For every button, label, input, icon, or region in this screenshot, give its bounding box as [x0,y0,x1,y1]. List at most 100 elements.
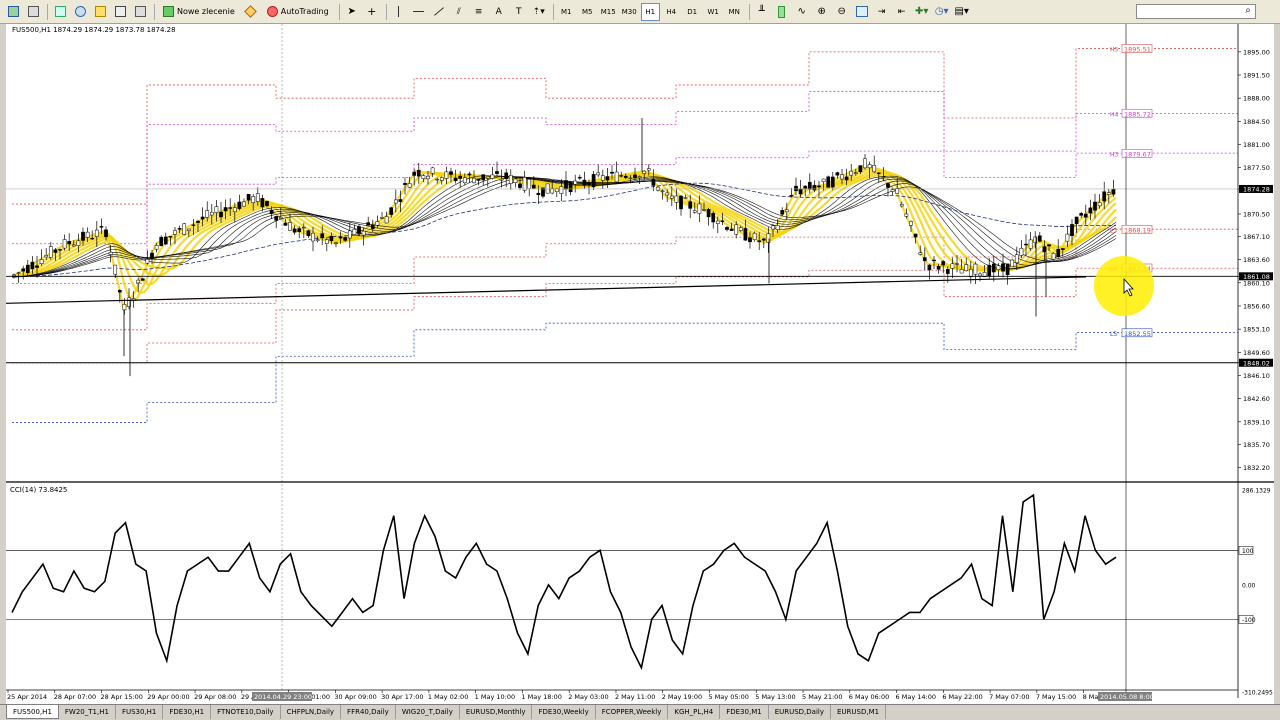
new-order-button[interactable]: Nowe zlecenie [158,3,240,21]
chart-tab[interactable]: EURUSD,M1 [831,705,887,719]
candle-body [582,179,587,186]
candle-body [242,201,246,207]
search-input[interactable] [1136,4,1256,19]
candle-body [467,173,472,176]
chart-tab[interactable]: KGH_PL,H4 [668,705,721,719]
chart-tab[interactable]: FCOPPER,Weekly [596,705,669,719]
line-chart-button[interactable]: ∿ [793,3,811,21]
market-watch-icon [54,6,66,17]
candle-body [173,230,177,235]
candle-body [113,264,118,275]
fibonacci-button[interactable]: ≡ [470,3,488,21]
chart-tab[interactable]: FW20_T1,H1 [59,705,116,719]
chart-window[interactable]: H51895.51H41885.72H31879.67L31868.19L418… [5,24,1274,704]
timeframe-h1[interactable]: H1 [640,2,660,21]
toolbar-separator [47,3,48,20]
candle-body [771,225,775,230]
candle-body [748,237,752,243]
profiles-button[interactable] [24,3,42,21]
search-icon[interactable]: ⌕ [1242,5,1254,17]
chart-shift-button[interactable]: ⇤ [893,3,911,21]
candle-body [1056,248,1061,258]
candle-body [531,184,536,189]
timeframe-m15[interactable]: M15 [599,3,618,21]
time-label: 1 May 02:00 [428,693,468,701]
candle-body [683,197,688,199]
candle-body [334,242,338,244]
chart-tab[interactable]: FTNOTE10,Daily [211,705,281,719]
templates-button[interactable]: ▤▾ [953,3,971,21]
pivot-value-label: 1868.19 [1124,226,1151,234]
autotrading-button[interactable]: AutoTrading [262,3,334,21]
periods-button[interactable]: ◷▾ [933,3,951,21]
market-watch-button[interactable] [51,3,69,21]
chart-tab[interactable]: WIG20_T,Daily [396,705,460,719]
candle-body [191,224,196,226]
time-label: 2 May 11:00 [615,693,655,701]
chart-tab[interactable]: FUS30,H1 [116,705,164,719]
timeframe-m30[interactable]: M30 [620,3,639,21]
chart-tab[interactable]: EURUSD,Daily [769,705,831,719]
crosshair-button[interactable]: + [363,3,381,21]
time-label: 7 May 07:00 [989,693,1029,701]
timeframe-h4[interactable]: H4 [662,3,681,21]
candle-body [1005,263,1010,275]
candle-body [209,212,214,216]
data-window-button[interactable] [91,3,109,21]
cci-line [11,493,1117,671]
chart-tab[interactable]: FDE30,H1 [163,705,212,719]
timeframe-m5[interactable]: M5 [578,3,597,21]
navigator-button[interactable] [71,3,89,21]
bar-chart-button[interactable]: ╨ [753,3,771,21]
timeframe-d1[interactable]: D1 [683,3,702,21]
timeframe-mn[interactable]: MN [725,3,744,21]
candle-body [596,172,601,176]
tester-button[interactable] [131,3,149,21]
time-label: 1 May 10:00 [475,693,515,701]
text-button[interactable]: A [490,3,508,21]
channel-button[interactable]: ⫽ [450,3,468,21]
trendline-button[interactable] [430,3,448,21]
chart-tab[interactable]: FDE30,Weekly [532,705,596,719]
tile-windows-button[interactable] [853,3,871,21]
metaeditor-button[interactable] [242,3,260,21]
new-chart-button[interactable] [4,3,22,21]
chart-tab[interactable]: FFR40,Daily [341,705,396,719]
horizontal-line-button[interactable] [410,3,428,21]
pivot-name-label: H4 [1110,111,1119,118]
candle-body [297,228,302,232]
chart-tab[interactable]: CHFPLN,Daily [281,705,342,719]
candlestick-button[interactable] [773,3,791,21]
timeframe-w1[interactable]: W1 [704,3,723,21]
candle-body [725,227,729,230]
price-label: 1835.70 [1243,441,1270,449]
price-label: 1856.60 [1243,302,1270,310]
indicators-button[interactable]: ✚▾ [913,3,931,21]
chart-tab[interactable]: FUS500,H1 [6,705,59,719]
auto-scroll-button[interactable]: ⇥ [873,3,891,21]
candle-body [1102,191,1107,202]
timeframe-m1[interactable]: M1 [557,3,576,21]
zoom-in-button[interactable]: ⊕ [813,3,831,21]
candle-body [513,178,518,183]
zoom-out-button[interactable]: ⊖ [833,3,851,21]
candle-body [522,177,527,191]
candle-body [619,175,624,177]
terminal-button[interactable] [111,3,129,21]
candle-body [53,249,58,253]
arrows-button[interactable]: ⇡▾ [530,3,548,21]
cursor-button[interactable]: ➤ [343,3,361,21]
candle-body [1001,263,1005,272]
text-label-button[interactable]: T [510,3,528,21]
vertical-line-button[interactable] [390,3,408,21]
toolbar-separator [385,3,387,20]
candle-body [200,216,205,220]
chart-tab[interactable]: EURUSD,Monthly [460,705,533,719]
candle-body [927,264,932,271]
candle-body [697,203,702,214]
candle-body [269,210,274,214]
candle-body [228,207,233,209]
chart-tab[interactable]: FDE30,M1 [720,705,769,719]
candle-body [996,265,1001,270]
time-label: 25 Apr 2014 [7,693,47,701]
